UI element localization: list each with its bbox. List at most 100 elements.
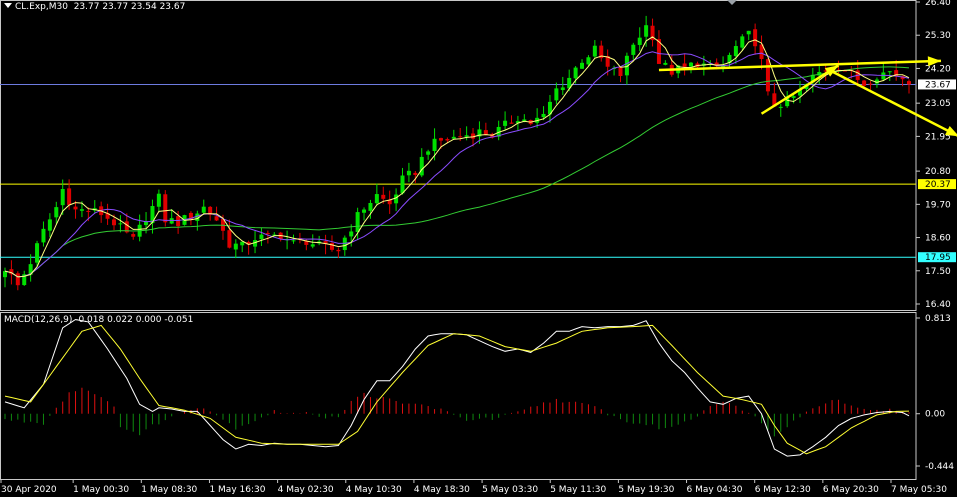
candle-body[interactable] (644, 25, 649, 37)
candle-body[interactable] (368, 202, 373, 211)
candle-body[interactable] (419, 156, 424, 176)
candle-body[interactable] (740, 36, 745, 48)
macd-tick-label: 0.00 (925, 410, 945, 420)
collapse-triangle-icon[interactable] (4, 3, 12, 8)
candle-body[interactable] (79, 209, 84, 211)
price-tick-label: 19.70 (925, 200, 951, 210)
candle-body[interactable] (60, 189, 65, 206)
candle-body[interactable] (458, 136, 463, 138)
price-level-label: 23.67 (925, 80, 951, 90)
candle-body[interactable] (47, 219, 52, 231)
candle-body[interactable] (451, 136, 456, 139)
candle-body[interactable] (560, 87, 565, 91)
candle-body[interactable] (887, 71, 892, 73)
candle-body[interactable] (907, 81, 911, 85)
candle-body[interactable] (868, 83, 873, 85)
candle-body[interactable] (862, 80, 867, 86)
x-tick-label: 5 May 11:30 (550, 485, 606, 495)
candle-body[interactable] (791, 96, 796, 98)
candle-body[interactable] (573, 67, 578, 79)
price-tick-label: 23.05 (925, 99, 951, 109)
candle-body[interactable] (131, 234, 136, 237)
candle-body[interactable] (509, 122, 514, 124)
candle-body[interactable] (355, 212, 360, 233)
candle-body[interactable] (381, 194, 386, 199)
candle-body[interactable] (310, 244, 315, 247)
x-tick-label: 6 May 12:30 (755, 485, 811, 495)
price-tick-label: 20.80 (925, 167, 951, 177)
candle-body[interactable] (41, 228, 46, 243)
price-tick-label: 16.40 (925, 300, 951, 310)
candle-body[interactable] (233, 243, 238, 250)
x-tick-label: 6 May 04:30 (687, 485, 743, 495)
background (0, 0, 957, 497)
candle-body[interactable] (445, 139, 450, 141)
candle-body[interactable] (637, 37, 642, 45)
candle-body[interactable] (733, 46, 738, 57)
candle-body[interactable] (413, 172, 418, 175)
candle-body[interactable] (400, 175, 405, 194)
candle-body[interactable] (554, 88, 559, 101)
candle-body[interactable] (15, 273, 20, 286)
candle-body[interactable] (592, 45, 597, 57)
candle-body[interactable] (765, 59, 770, 92)
candle-body[interactable] (336, 249, 341, 252)
candle-body[interactable] (35, 243, 40, 263)
candle-body[interactable] (329, 243, 334, 250)
macd-tick-label: 0.813 (925, 314, 951, 324)
candle-body[interactable] (374, 194, 379, 204)
candle-body[interactable] (541, 113, 546, 118)
price-level-label: 20.37 (925, 180, 951, 190)
candle-body[interactable] (349, 231, 354, 237)
candle-body[interactable] (753, 29, 758, 47)
candle-body[interactable] (156, 193, 161, 207)
x-tick-label: 6 May 20:30 (823, 485, 879, 495)
candle-body[interactable] (118, 223, 123, 225)
candle-body[interactable] (201, 206, 206, 213)
candle-body[interactable] (111, 219, 116, 226)
price-tick-label: 26.40 (925, 0, 951, 8)
x-tick-label: 4 May 10:30 (346, 485, 402, 495)
price-tick-label: 18.60 (925, 234, 951, 244)
candle-body[interactable] (663, 62, 668, 65)
price-level-label: 17.95 (925, 253, 951, 263)
candle-body[interactable] (67, 188, 72, 205)
candle-body[interactable] (3, 271, 7, 278)
candle-body[interactable] (618, 66, 623, 76)
candle-body[interactable] (438, 138, 443, 141)
candle-body[interactable] (73, 206, 78, 210)
candle-body[interactable] (881, 72, 886, 80)
candle-body[interactable] (259, 234, 264, 240)
x-tick-label: 30 Apr 2020 (1, 485, 57, 495)
candle-body[interactable] (464, 135, 469, 137)
candle-body[interactable] (227, 230, 232, 248)
candle-body[interactable] (778, 106, 783, 108)
candle-body[interactable] (214, 216, 219, 221)
candle-body[interactable] (86, 210, 91, 212)
candle-body[interactable] (362, 209, 367, 213)
candle-body[interactable] (265, 233, 270, 235)
chart-canvas[interactable]: 26.4025.3024.2023.0521.9520.8019.7018.60… (0, 0, 957, 497)
candle-body[interactable] (580, 62, 585, 69)
x-tick-label: 1 May 00:30 (73, 485, 129, 495)
candle-body[interactable] (54, 207, 59, 218)
candle-body[interactable] (631, 44, 636, 55)
candle-body[interactable] (176, 216, 181, 227)
candle-body[interactable] (426, 151, 431, 155)
candle-body[interactable] (394, 194, 399, 204)
x-tick-label: 1 May 08:30 (141, 485, 197, 495)
candle-body[interactable] (746, 30, 751, 35)
candle-body[interactable] (503, 120, 508, 126)
candle-body[interactable] (406, 170, 411, 176)
candle-body[interactable] (342, 237, 347, 251)
x-tick-label: 7 May 05:30 (891, 485, 947, 495)
candle-body[interactable] (432, 138, 437, 151)
macd-header: MACD(12,26,9) -0.018 0.022 0.000 -0.051 (4, 315, 194, 325)
candle-body[interactable] (682, 63, 687, 67)
candle-body[interactable] (291, 240, 296, 242)
quote-values: 23.77 23.77 23.54 23.67 (73, 2, 186, 12)
candle-body[interactable] (163, 194, 168, 223)
candle-body[interactable] (586, 57, 591, 65)
symbol-header: CL.Exp,M30 23.77 23.77 23.54 23.67 (4, 2, 185, 12)
candle-body[interactable] (689, 62, 694, 67)
